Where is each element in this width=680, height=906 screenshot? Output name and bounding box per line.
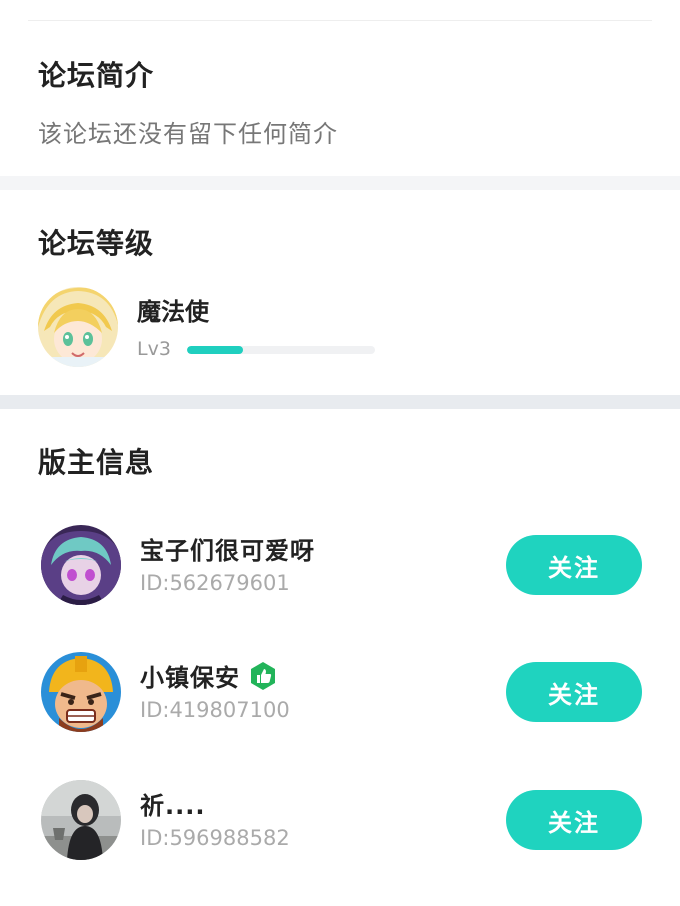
- moderator-avatar[interactable]: [41, 525, 121, 605]
- moderator-name: 宝子们很可爱呀: [140, 531, 315, 566]
- moderator-id: ID:562679601: [140, 571, 290, 595]
- intro-title: 论坛简介: [38, 59, 155, 92]
- level-progress-fill: [187, 346, 244, 354]
- level-progress-bar: [187, 346, 375, 354]
- follow-button[interactable]: 关注: [506, 662, 642, 722]
- forum-info-page: 论坛简介 该论坛还没有留下任何简介 论坛等级 魔法使 Lv3 版主信息 宝子们很…: [0, 0, 680, 906]
- level-number: Lv3: [137, 338, 171, 360]
- top-divider: [28, 20, 652, 21]
- moderator-name: 小镇保安: [140, 658, 278, 693]
- moderator-row[interactable]: 小镇保安 ID:419807100 关注: [0, 652, 680, 752]
- level-title: 论坛等级: [38, 227, 155, 260]
- verified-badge-icon: [248, 661, 278, 691]
- moderator-avatar[interactable]: [41, 780, 121, 860]
- follow-button[interactable]: 关注: [506, 535, 642, 595]
- moderator-name-text: 小镇保安: [140, 664, 240, 692]
- intro-text: 该论坛还没有留下任何简介: [38, 120, 338, 148]
- moderator-row[interactable]: 祈.... ID:596988582 关注: [0, 780, 680, 880]
- moderator-id: ID:419807100: [140, 698, 290, 722]
- level-name: 魔法使: [137, 298, 209, 326]
- follow-button[interactable]: 关注: [506, 790, 642, 850]
- moderator-name-text: 宝子们很可爱呀: [140, 537, 315, 565]
- moderator-avatar[interactable]: [41, 652, 121, 732]
- moderator-id: ID:596988582: [140, 826, 290, 850]
- moderator-name-text: 祈....: [140, 792, 206, 820]
- moderator-name: 祈....: [140, 786, 205, 821]
- moderators-title: 版主信息: [38, 446, 155, 479]
- section-divider: [0, 395, 680, 409]
- section-divider: [0, 176, 680, 190]
- moderator-row[interactable]: 宝子们很可爱呀 ID:562679601 关注: [0, 525, 680, 625]
- level-avatar: [38, 287, 118, 367]
